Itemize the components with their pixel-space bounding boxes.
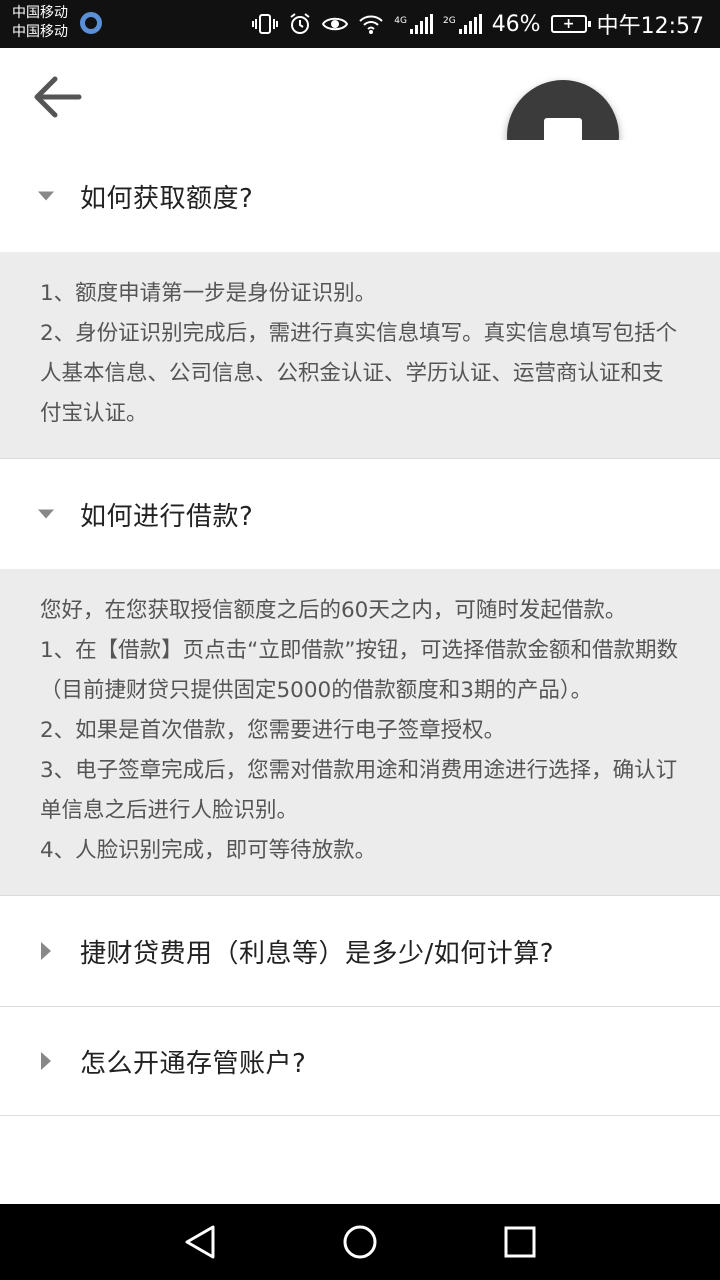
caret-right-icon bbox=[38, 1052, 54, 1070]
answer-paragraph: 1、额度申请第一步是身份证识别。 bbox=[40, 281, 377, 306]
faq-item-answer: 您好，在您获取授信额度之后的60天之内，可随时发起借款。 1、在【借款】页点击“… bbox=[0, 569, 720, 896]
faq-item-title: 捷财贷费用（利息等）是多少/如何计算? bbox=[80, 938, 555, 969]
network-type-1: 4G bbox=[394, 16, 407, 26]
alarm-icon bbox=[288, 12, 312, 36]
carrier-line-1: 中国移动 bbox=[12, 5, 68, 21]
status-icons: 4G 2G 46% + 中午12:57 bbox=[252, 0, 704, 48]
nav-recents-button[interactable] bbox=[490, 1212, 550, 1272]
faq-list: 如何获取额度? 1、额度申请第一步是身份证识别。 2、身份证识别完成后，需进行真… bbox=[0, 140, 720, 1116]
back-triangle-icon bbox=[185, 1225, 215, 1259]
back-button[interactable] bbox=[30, 72, 84, 122]
faq-item-title: 如何进行借款? bbox=[80, 501, 254, 532]
network-type-2: 2G bbox=[442, 16, 456, 26]
nav-back-button[interactable] bbox=[170, 1212, 230, 1272]
signal-icon: 2G bbox=[443, 14, 482, 34]
answer-paragraph: 4、人脸识别完成，即可等待放款。 bbox=[40, 838, 377, 863]
battery-icon: + bbox=[550, 15, 591, 33]
carrier-logo-icon bbox=[80, 12, 102, 34]
recents-square-icon bbox=[504, 1226, 536, 1258]
answer-paragraph: 3、电子签章完成后，您需对借款用途和消费用途进行选择，确认订单信息之后进行人脸识… bbox=[40, 758, 678, 823]
caret-down-icon bbox=[38, 188, 54, 204]
answer-paragraph: 2、如果是首次借款，您需要进行电子签章授权。 bbox=[40, 718, 506, 743]
eye-icon bbox=[322, 14, 349, 34]
arrow-left-icon bbox=[34, 76, 82, 118]
faq-item-header[interactable]: 捷财贷费用（利息等）是多少/如何计算? bbox=[0, 896, 720, 1006]
system-nav-bar bbox=[0, 1204, 720, 1280]
answer-paragraph: 2、身份证识别完成后，需进行真实信息填写。真实信息填写包括个人基本信息、公司信息… bbox=[40, 321, 678, 426]
caret-down-icon bbox=[38, 506, 54, 522]
faq-item-header[interactable]: 如何进行借款? bbox=[0, 459, 720, 569]
caret-right-icon bbox=[38, 942, 54, 960]
answer-paragraph: 1、在【借款】页点击“立即借款”按钮，可选择借款金额和借款期数（目前捷财贷只提供… bbox=[40, 638, 678, 703]
nav-home-button[interactable] bbox=[330, 1212, 390, 1272]
carrier-label: 中国移动 中国移动 bbox=[12, 4, 68, 42]
carrier-line-2: 中国移动 bbox=[12, 24, 68, 40]
faq-item-header[interactable]: 怎么开通存管账户? bbox=[0, 1007, 720, 1115]
home-circle-icon bbox=[343, 1225, 377, 1259]
wifi-icon bbox=[358, 13, 384, 35]
answer-paragraph: 您好，在您获取授信额度之后的60天之内，可随时发起借款。 bbox=[40, 598, 627, 623]
faq-item-title: 怎么开通存管账户? bbox=[80, 1048, 307, 1079]
faq-item-title: 如何获取额度? bbox=[80, 183, 254, 214]
vibrate-icon bbox=[252, 13, 279, 35]
clock: 中午12:57 bbox=[596, 14, 704, 39]
signal-icon: 4G bbox=[394, 14, 433, 34]
status-bar: 中国移动 中国移动 4G 2G 46% + 中午12:57 bbox=[0, 0, 720, 48]
faq-item-answer: 1、额度申请第一步是身份证识别。 2、身份证识别完成后，需进行真实信息填写。真实… bbox=[0, 252, 720, 459]
faq-item-header[interactable]: 如何获取额度? bbox=[0, 140, 720, 252]
divider bbox=[0, 1115, 720, 1116]
battery-percent: 46% bbox=[491, 11, 541, 37]
